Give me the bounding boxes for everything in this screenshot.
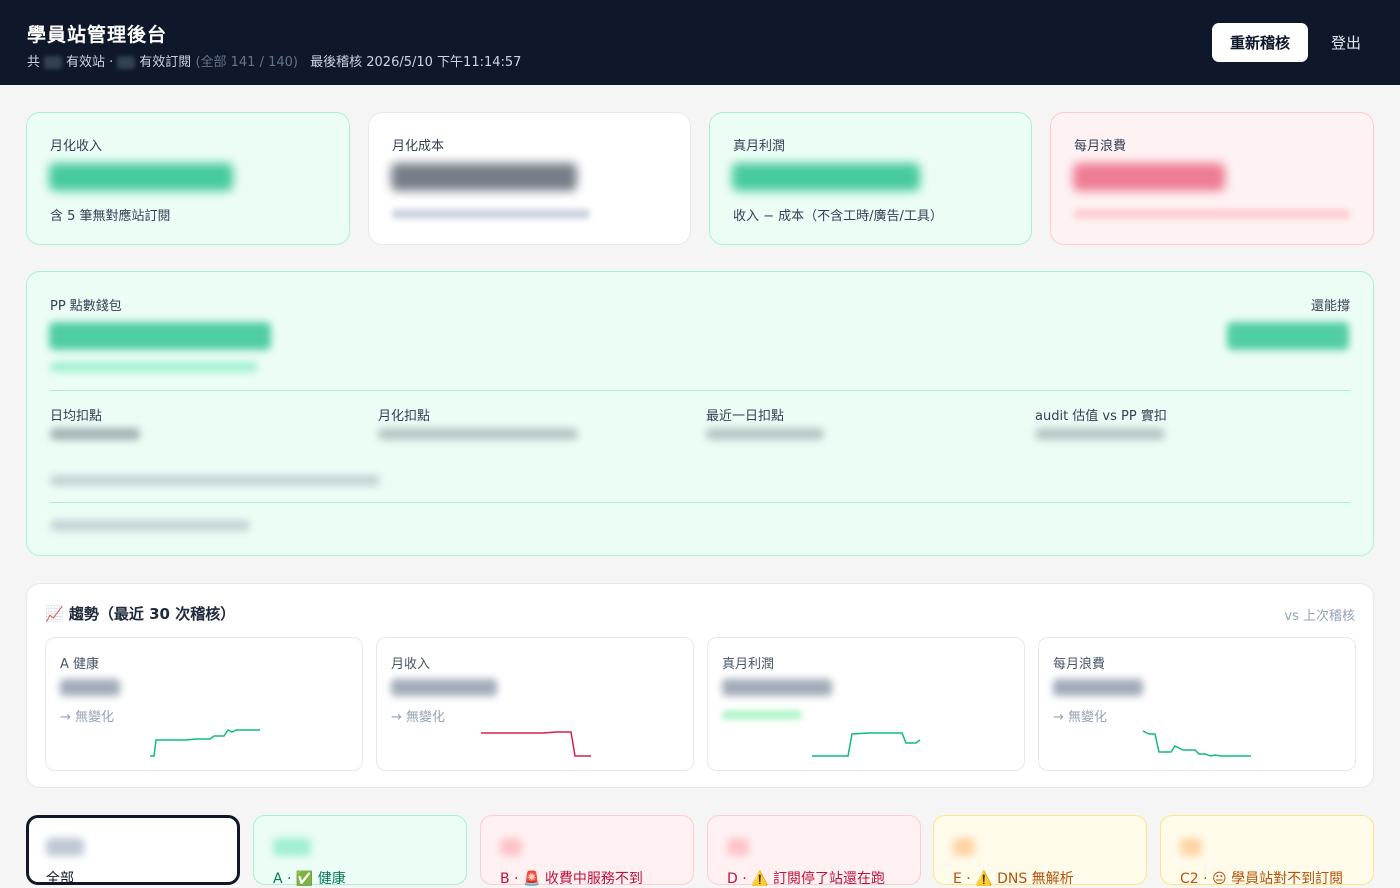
wallet-footer-redacted — [50, 520, 250, 531]
kpi-note: 收入 − 成本（不含工時/廣告/工具） — [733, 209, 943, 224]
summary-active-sites: 有效站 · — [66, 55, 114, 70]
metric-value-redacted — [706, 428, 824, 440]
wallet-runway-redacted — [1227, 322, 1349, 350]
wallet-sub-redacted — [50, 362, 258, 372]
metric-monthly-deduction: 月化扣點 — [378, 409, 431, 424]
header-summary: 共 有效站 · 有效訂閱 (全部 141 / 140) 最後稽核 2026/5/10… — [27, 51, 521, 70]
kpi-monthly-waste: 每月浪費 — [1050, 112, 1374, 245]
filter-count-redacted — [1180, 838, 1202, 856]
kpi-value-redacted — [49, 163, 233, 191]
kpi-note: 含 5 筆無對應站訂閱 — [50, 209, 171, 224]
filter-count-redacted — [46, 838, 84, 856]
kpi-value-redacted — [1073, 163, 1225, 191]
metric-audit-vs-pp: audit 估值 vs PP 實扣 — [1035, 409, 1167, 424]
metric-value-redacted — [1035, 428, 1165, 440]
metric-value-redacted — [50, 428, 140, 440]
wallet-balance-redacted — [49, 322, 271, 350]
divider — [50, 502, 1350, 503]
summary-active-subs: 有效訂閱 — [139, 55, 192, 70]
page-title: 學員站管理後台 — [27, 24, 168, 46]
sparkline — [481, 731, 591, 757]
pp-wallet-panel: PP 點數錢包 還能撐 日均扣點 月化扣點 最近一日扣點 audit 估值 vs… — [26, 271, 1374, 556]
filter-label: E · ⚠️ DNS 無解析 — [953, 871, 1074, 887]
trend-panel: 📈 趨勢（最近 30 次稽核） vs 上次稽核 A 健康 → 無變化 月收入 →… — [26, 583, 1374, 788]
summary-all: (全部 141 / 140) — [195, 55, 298, 70]
filter-label: B · 🚨 收費中服務不到 — [500, 871, 643, 887]
top-header: 學員站管理後台 共 有效站 · 有效訂閱 (全部 141 / 140) 最後稽核 2… — [0, 0, 1400, 85]
recheck-button[interactable]: 重新稽核 — [1212, 23, 1308, 62]
wallet-runway-label: 還能撐 — [1310, 299, 1350, 314]
redacted-count — [44, 56, 63, 69]
logout-button[interactable]: 登出 — [1318, 23, 1374, 62]
metric-daily-deduction: 日均扣點 — [50, 409, 103, 424]
summary-total-prefix: 共 — [27, 55, 41, 70]
kpi-value-redacted — [732, 163, 920, 191]
kpi-value-redacted — [391, 163, 577, 191]
sparkline — [150, 729, 260, 757]
wallet-detail-redacted — [50, 475, 380, 486]
trend-card-health[interactable]: A 健康 → 無變化 — [45, 637, 363, 771]
trend-compare-label: vs 上次稽核 — [1284, 609, 1355, 624]
metric-value-redacted — [378, 428, 578, 440]
kpi-note-redacted — [392, 209, 590, 219]
kpi-label: 月化收入 — [50, 139, 103, 154]
filter-count-redacted — [273, 838, 311, 856]
filter-count-redacted — [500, 838, 522, 856]
trend-card-waste[interactable]: 每月浪費 → 無變化 — [1038, 637, 1356, 771]
sparkline — [1142, 730, 1251, 757]
kpi-note-redacted — [1074, 209, 1350, 219]
trend-card-revenue[interactable]: 月收入 → 無變化 — [376, 637, 694, 771]
filter-label: D · ⚠️ 訂閱停了站還在跑 — [727, 871, 886, 887]
metric-last-day-deduction: 最近一日扣點 — [706, 409, 785, 424]
redacted-count — [117, 56, 136, 69]
trend-title: 📈 趨勢（最近 30 次稽核） — [45, 605, 236, 623]
kpi-label: 真月利潤 — [733, 139, 786, 154]
filter-label: 全部 — [46, 871, 74, 887]
filter-label: A · ✅ 健康 — [273, 871, 346, 887]
filter-label: C2 · 😐 學員站對不到訂閱 — [1180, 871, 1344, 887]
sparkline — [812, 732, 921, 757]
filter-count-redacted — [727, 838, 749, 856]
kpi-monthly-revenue: 月化收入 含 5 筆無對應站訂閱 — [26, 112, 350, 245]
divider — [50, 390, 1350, 391]
wallet-title: PP 點數錢包 — [50, 299, 122, 314]
trend-card-true-profit[interactable]: 真月利潤 — [707, 637, 1025, 771]
filter-count-redacted — [953, 838, 975, 856]
summary-last-audit: 最後稽核 2026/5/10 下午11:14:57 — [310, 55, 522, 70]
kpi-monthly-cost: 月化成本 — [368, 112, 691, 245]
kpi-true-profit: 真月利潤 收入 − 成本（不含工時/廣告/工具） — [709, 112, 1032, 245]
kpi-label: 每月浪費 — [1074, 139, 1127, 154]
kpi-label: 月化成本 — [392, 139, 445, 154]
